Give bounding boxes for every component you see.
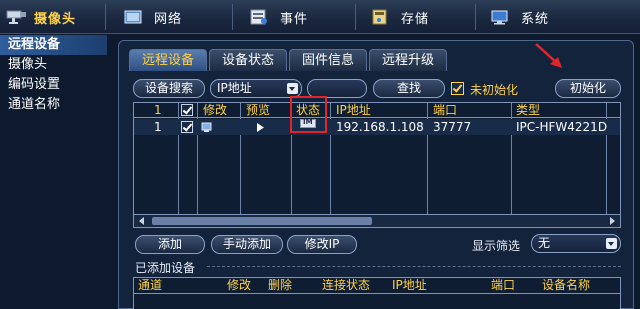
select-all-checkbox[interactable] (181, 104, 193, 116)
network-icon (124, 10, 142, 24)
checkmark-icon (182, 104, 193, 115)
storage-icon (372, 9, 387, 25)
tab-device-status[interactable]: 设备状态 (209, 49, 288, 71)
header-index: 1 (154, 103, 162, 117)
horizontal-scrollbar[interactable] (134, 214, 620, 227)
tab-bar: 远程设备 设备状态 固件信息 远程升级 (129, 49, 449, 71)
header-device-name: 设备名称 (542, 278, 591, 292)
display-filter-value: 无 (538, 236, 551, 250)
top-separator (355, 4, 356, 30)
tab-firmware-info[interactable]: 固件信息 (289, 49, 368, 71)
top-menu-network[interactable]: 网络 (124, 0, 182, 34)
tab-remote-upgrade[interactable]: 远程升级 (369, 49, 448, 71)
table-header: 1 修改 预览 状态 IP地址 端口 类型 (134, 103, 620, 118)
header-modify: 修改 (227, 278, 252, 292)
sidebar-item-remote-device[interactable]: 远程设备 (0, 35, 107, 55)
header-ip-address: IP地址 (336, 103, 371, 117)
manual-add-button[interactable]: 手动添加 (211, 235, 283, 254)
table-row[interactable]: 1 192.168.1.108 37777 IPC-HFW4221D (134, 119, 620, 135)
display-filter-select[interactable]: 无 (531, 234, 621, 253)
top-separator (232, 4, 233, 30)
display-filter-label: 显示筛选 (472, 239, 521, 253)
section-divider (207, 266, 621, 267)
top-menu-storage-label: 存储 (401, 11, 430, 27)
find-button[interactable]: 查找 (373, 79, 445, 98)
header-preview: 预览 (246, 103, 271, 117)
scroll-right-icon[interactable] (610, 217, 615, 225)
scrollbar-thumb[interactable] (152, 217, 372, 225)
status-highlight-box (290, 96, 327, 133)
header-connection-status: 连接状态 (322, 278, 371, 292)
header-port: 端口 (491, 278, 516, 292)
uninitialized-status-icon (300, 118, 316, 128)
added-devices-title: 已添加设备 (135, 261, 196, 275)
top-menu-event-label: 事件 (280, 11, 309, 27)
sidebar-item-camera[interactable]: 摄像头 (0, 55, 107, 75)
header-modify: 修改 (203, 103, 228, 117)
chevron-down-icon (606, 238, 617, 249)
search-filter-value: IP地址 (217, 81, 252, 95)
event-icon (250, 9, 267, 25)
header-port: 端口 (433, 103, 458, 117)
add-button[interactable]: 添加 (135, 235, 205, 254)
row-index: 1 (154, 120, 162, 134)
top-menu-bar: 摄像头 网络 事件 存储 系统 (0, 0, 640, 34)
header-ip-address: IP地址 (392, 278, 427, 292)
top-menu-event[interactable]: 事件 (250, 0, 308, 34)
row-port: 37777 (433, 120, 472, 134)
header-delete: 删除 (268, 278, 293, 292)
chevron-down-icon (287, 83, 298, 94)
modify-ip-button[interactable]: 修改IP (287, 235, 357, 254)
top-menu-system-label: 系统 (521, 11, 550, 27)
row-type: IPC-HFW4221D (516, 120, 608, 134)
top-menu-system[interactable]: 系统 (491, 0, 549, 34)
added-devices-table: 通道 修改 删除 连接状态 IP地址 端口 设备名称 (133, 277, 621, 309)
remote-device-panel: 远程设备 设备状态 固件信息 远程升级 设备搜索 IP地址 查找 未初始化 初始… (118, 40, 634, 309)
top-menu-network-label: 网络 (154, 11, 183, 27)
header-divider (134, 293, 620, 294)
sidebar-item-encoding[interactable]: 编码设置 (0, 75, 107, 95)
initialize-button[interactable]: 初始化 (555, 79, 621, 98)
system-icon (491, 10, 508, 25)
uninitialized-label: 未初始化 (470, 83, 519, 97)
top-separator (475, 4, 476, 30)
top-menu-storage[interactable]: 存储 (371, 0, 429, 34)
row-checkbox[interactable] (181, 121, 193, 133)
sidebar: 远程设备 摄像头 编码设置 通道名称 (0, 35, 107, 309)
scroll-left-icon[interactable] (139, 217, 144, 225)
header-channel: 通道 (138, 278, 163, 292)
top-menu-camera[interactable]: 摄像头 (0, 0, 76, 34)
modify-device-icon[interactable] (201, 122, 213, 133)
device-search-table: 1 修改 预览 状态 IP地址 端口 类型 1 192.168.1.108 37… (133, 102, 621, 228)
top-separator (105, 4, 106, 30)
search-filter-select[interactable]: IP地址 (210, 79, 302, 98)
uninitialized-checkbox[interactable] (451, 82, 464, 95)
tab-remote-device[interactable]: 远程设备 (129, 49, 208, 71)
row-ip-address: 192.168.1.108 (336, 120, 424, 134)
camera-icon (6, 10, 26, 24)
checkmark-icon (452, 82, 463, 93)
sidebar-item-channel-name[interactable]: 通道名称 (0, 95, 107, 115)
top-menu-camera-label: 摄像头 (34, 11, 77, 27)
red-arrow-annotation (535, 43, 562, 68)
play-preview-icon[interactable] (255, 122, 265, 133)
header-type: 类型 (516, 103, 541, 117)
device-search-button[interactable]: 设备搜索 (133, 79, 205, 98)
checkmark-icon (182, 121, 193, 132)
